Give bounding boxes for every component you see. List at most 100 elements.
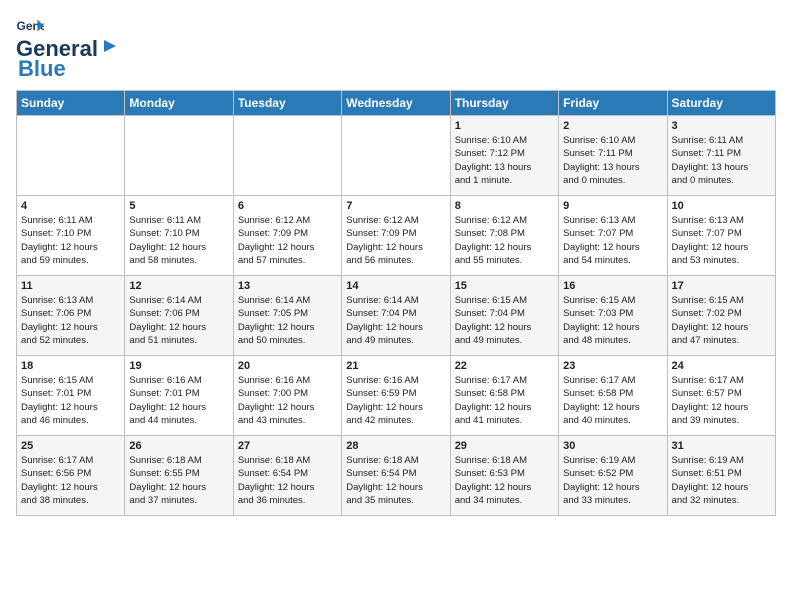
day-number: 14: [346, 280, 445, 292]
week-row-3: 11Sunrise: 6:13 AM Sunset: 7:06 PM Dayli…: [17, 276, 776, 356]
day-number: 5: [129, 200, 228, 212]
day-number: 25: [21, 440, 120, 452]
day-info: Sunrise: 6:18 AM Sunset: 6:53 PM Dayligh…: [455, 454, 554, 507]
day-number: 23: [563, 360, 662, 372]
calendar-cell: 28 Sunrise: 6:18 AM Sunset: 6:54 PM Dayli…: [342, 436, 450, 516]
calendar-cell: 2 Sunrise: 6:10 AM Sunset: 7:11 PM Daylig…: [559, 116, 667, 196]
day-info: Sunrise: 6:11 AM Sunset: 7:10 PM Dayligh…: [129, 214, 228, 267]
calendar-cell: 17 Sunrise: 6:15 AM Sunset: 7:02 PM Dayli…: [667, 276, 775, 356]
day-info: Sunrise: 6:14 AM Sunset: 7:04 PM Dayligh…: [346, 294, 445, 347]
day-number: 21: [346, 360, 445, 372]
day-info: Sunrise: 6:11 AM Sunset: 7:10 PM Dayligh…: [21, 214, 120, 267]
day-info: Sunrise: 6:12 AM Sunset: 7:08 PM Dayligh…: [455, 214, 554, 267]
weekday-header-tuesday: Tuesday: [233, 91, 341, 116]
day-number: 28: [346, 440, 445, 452]
logo-chevron-icon: [100, 36, 120, 56]
day-info: Sunrise: 6:16 AM Sunset: 6:59 PM Dayligh…: [346, 374, 445, 427]
calendar-cell: 11Sunrise: 6:13 AM Sunset: 7:06 PM Dayli…: [17, 276, 125, 356]
day-number: 18: [21, 360, 120, 372]
logo: General General Blue: [16, 16, 120, 82]
day-info: Sunrise: 6:15 AM Sunset: 7:03 PM Dayligh…: [563, 294, 662, 347]
page-header: General General Blue: [16, 16, 776, 82]
day-info: Sunrise: 6:14 AM Sunset: 7:05 PM Dayligh…: [238, 294, 337, 347]
calendar-cell: 22 Sunrise: 6:17 AM Sunset: 6:58 PM Dayli…: [450, 356, 558, 436]
calendar-cell: 26Sunrise: 6:18 AM Sunset: 6:55 PM Dayli…: [125, 436, 233, 516]
calendar-cell: 8 Sunrise: 6:12 AM Sunset: 7:08 PM Daylig…: [450, 196, 558, 276]
day-info: Sunrise: 6:13 AM Sunset: 7:07 PM Dayligh…: [563, 214, 662, 267]
calendar-cell: [233, 116, 341, 196]
day-number: 27: [238, 440, 337, 452]
calendar-cell: 1Sunrise: 6:10 AM Sunset: 7:12 PM Daylig…: [450, 116, 558, 196]
day-info: Sunrise: 6:16 AM Sunset: 7:01 PM Dayligh…: [129, 374, 228, 427]
calendar-cell: 12Sunrise: 6:14 AM Sunset: 7:06 PM Dayli…: [125, 276, 233, 356]
day-number: 2: [563, 120, 662, 132]
day-info: Sunrise: 6:15 AM Sunset: 7:02 PM Dayligh…: [672, 294, 771, 347]
day-info: Sunrise: 6:10 AM Sunset: 7:12 PM Dayligh…: [455, 134, 554, 187]
day-number: 19: [129, 360, 228, 372]
calendar-cell: 6 Sunrise: 6:12 AM Sunset: 7:09 PM Daylig…: [233, 196, 341, 276]
week-row-4: 18 Sunrise: 6:15 AM Sunset: 7:01 PM Dayli…: [17, 356, 776, 436]
day-number: 24: [672, 360, 771, 372]
calendar-cell: 25 Sunrise: 6:17 AM Sunset: 6:56 PM Dayli…: [17, 436, 125, 516]
week-row-1: 1Sunrise: 6:10 AM Sunset: 7:12 PM Daylig…: [17, 116, 776, 196]
week-row-2: 4 Sunrise: 6:11 AM Sunset: 7:10 PM Daylig…: [17, 196, 776, 276]
day-number: 16: [563, 280, 662, 292]
weekday-header-thursday: Thursday: [450, 91, 558, 116]
day-number: 13: [238, 280, 337, 292]
calendar-cell: 9 Sunrise: 6:13 AM Sunset: 7:07 PM Daylig…: [559, 196, 667, 276]
day-number: 9: [563, 200, 662, 212]
day-info: Sunrise: 6:14 AM Sunset: 7:06 PM Dayligh…: [129, 294, 228, 347]
day-info: Sunrise: 6:17 AM Sunset: 6:58 PM Dayligh…: [455, 374, 554, 427]
calendar-cell: 21 Sunrise: 6:16 AM Sunset: 6:59 PM Dayli…: [342, 356, 450, 436]
calendar-cell: 19 Sunrise: 6:16 AM Sunset: 7:01 PM Dayli…: [125, 356, 233, 436]
day-number: 3: [672, 120, 771, 132]
calendar-cell: 31 Sunrise: 6:19 AM Sunset: 6:51 PM Dayli…: [667, 436, 775, 516]
calendar-cell: 20 Sunrise: 6:16 AM Sunset: 7:00 PM Dayli…: [233, 356, 341, 436]
calendar-cell: 23Sunrise: 6:17 AM Sunset: 6:58 PM Dayli…: [559, 356, 667, 436]
day-number: 26: [129, 440, 228, 452]
day-number: 20: [238, 360, 337, 372]
day-number: 31: [672, 440, 771, 452]
calendar-cell: 18 Sunrise: 6:15 AM Sunset: 7:01 PM Dayli…: [17, 356, 125, 436]
day-number: 6: [238, 200, 337, 212]
weekday-header-sunday: Sunday: [17, 91, 125, 116]
calendar-cell: [17, 116, 125, 196]
weekday-header-row: SundayMondayTuesdayWednesdayThursdayFrid…: [17, 91, 776, 116]
calendar-cell: 7 Sunrise: 6:12 AM Sunset: 7:09 PM Daylig…: [342, 196, 450, 276]
weekday-header-friday: Friday: [559, 91, 667, 116]
day-info: Sunrise: 6:18 AM Sunset: 6:54 PM Dayligh…: [238, 454, 337, 507]
day-info: Sunrise: 6:19 AM Sunset: 6:52 PM Dayligh…: [563, 454, 662, 507]
calendar-cell: 29 Sunrise: 6:18 AM Sunset: 6:53 PM Dayli…: [450, 436, 558, 516]
day-info: Sunrise: 6:19 AM Sunset: 6:51 PM Dayligh…: [672, 454, 771, 507]
calendar-cell: 30Sunrise: 6:19 AM Sunset: 6:52 PM Dayli…: [559, 436, 667, 516]
day-info: Sunrise: 6:11 AM Sunset: 7:11 PM Dayligh…: [672, 134, 771, 187]
calendar-cell: 5 Sunrise: 6:11 AM Sunset: 7:10 PM Daylig…: [125, 196, 233, 276]
day-info: Sunrise: 6:17 AM Sunset: 6:56 PM Dayligh…: [21, 454, 120, 507]
calendar-cell: 24 Sunrise: 6:17 AM Sunset: 6:57 PM Dayli…: [667, 356, 775, 436]
day-number: 17: [672, 280, 771, 292]
day-info: Sunrise: 6:12 AM Sunset: 7:09 PM Dayligh…: [238, 214, 337, 267]
calendar-cell: 10Sunrise: 6:13 AM Sunset: 7:07 PM Dayli…: [667, 196, 775, 276]
calendar-cell: 27 Sunrise: 6:18 AM Sunset: 6:54 PM Dayli…: [233, 436, 341, 516]
day-number: 4: [21, 200, 120, 212]
weekday-header-monday: Monday: [125, 91, 233, 116]
calendar-cell: 4 Sunrise: 6:11 AM Sunset: 7:10 PM Daylig…: [17, 196, 125, 276]
calendar-cell: [125, 116, 233, 196]
logo-icon: General: [16, 18, 44, 36]
calendar-table: SundayMondayTuesdayWednesdayThursdayFrid…: [16, 90, 776, 516]
day-info: Sunrise: 6:12 AM Sunset: 7:09 PM Dayligh…: [346, 214, 445, 267]
weekday-header-wednesday: Wednesday: [342, 91, 450, 116]
day-info: Sunrise: 6:13 AM Sunset: 7:06 PM Dayligh…: [21, 294, 120, 347]
day-number: 22: [455, 360, 554, 372]
day-number: 8: [455, 200, 554, 212]
day-info: Sunrise: 6:18 AM Sunset: 6:54 PM Dayligh…: [346, 454, 445, 507]
day-number: 10: [672, 200, 771, 212]
week-row-5: 25 Sunrise: 6:17 AM Sunset: 6:56 PM Dayli…: [17, 436, 776, 516]
day-number: 7: [346, 200, 445, 212]
day-info: Sunrise: 6:15 AM Sunset: 7:01 PM Dayligh…: [21, 374, 120, 427]
day-number: 29: [455, 440, 554, 452]
day-info: Sunrise: 6:10 AM Sunset: 7:11 PM Dayligh…: [563, 134, 662, 187]
day-info: Sunrise: 6:16 AM Sunset: 7:00 PM Dayligh…: [238, 374, 337, 427]
day-info: Sunrise: 6:17 AM Sunset: 6:57 PM Dayligh…: [672, 374, 771, 427]
logo-blue: Blue: [18, 56, 66, 82]
